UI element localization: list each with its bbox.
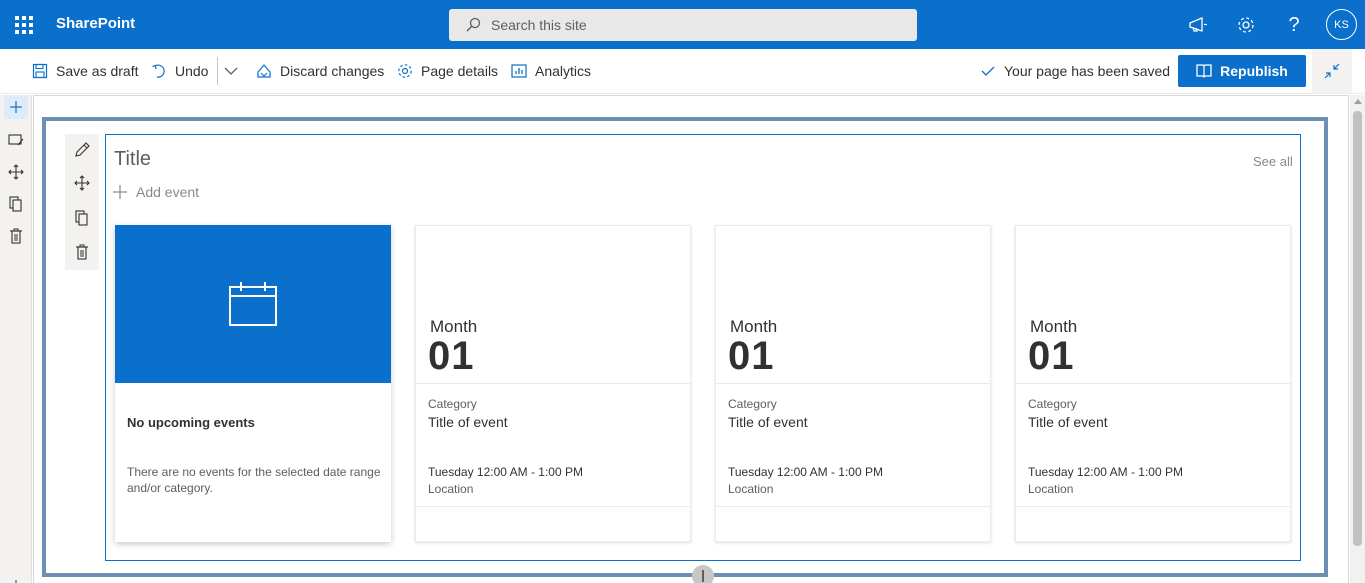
event-day: 01 [1028,334,1075,378]
add-section-bottom-icon[interactable] [4,574,28,583]
chevron-down-icon [224,67,238,75]
card-divider [716,506,990,507]
analytics-icon [511,64,527,78]
event-title[interactable]: Title of event [428,414,508,430]
search-icon [466,17,481,32]
add-event-label: Add event [136,184,200,200]
user-avatar[interactable]: KS [1326,9,1357,40]
webpart-toolbar [65,134,99,270]
event-time: Tuesday 12:00 AM - 1:00 PM [1028,465,1183,479]
plus-icon [113,185,127,199]
undo-label: Undo [175,63,209,79]
command-bar: Save as draft Undo Discard changes Page … [0,49,1365,94]
card-divider [1016,383,1290,384]
event-location: Location [728,482,774,496]
card-divider [1016,506,1290,507]
add-section-icon[interactable] [4,95,28,119]
no-events-description: There are no events for the selected dat… [127,465,381,495]
page-details-button[interactable]: Page details [397,61,498,81]
search-box[interactable] [449,9,917,41]
book-icon [1196,64,1212,78]
add-event-button[interactable]: Add event [112,184,199,200]
suite-bar: SharePoint ? KS [0,0,1365,49]
save-as-draft-label: Save as draft [56,63,139,79]
section-toolbox [0,95,32,583]
calendar-icon [229,282,277,326]
duplicate-webpart-icon[interactable] [70,206,94,230]
edit-section-icon[interactable] [4,128,28,152]
undo-button[interactable]: Undo [151,61,208,81]
discard-changes-label: Discard changes [280,63,385,79]
edit-webpart-pencil-icon[interactable] [70,138,94,162]
event-category: Category [1028,397,1077,411]
event-category: Category [428,397,477,411]
discard-changes-button[interactable]: Discard changes [256,61,384,81]
delete-webpart-icon[interactable] [70,240,94,264]
republish-button[interactable]: Republish [1178,55,1306,87]
checkmark-icon [981,66,995,76]
gear-icon [398,64,412,78]
event-card[interactable]: Month 01 Category Title of event Tuesday… [715,225,991,542]
app-launcher-icon[interactable] [0,0,48,49]
megaphone-icon[interactable] [1185,12,1211,38]
analytics-button[interactable]: Analytics [511,61,591,81]
help-icon[interactable]: ? [1281,12,1307,38]
event-title[interactable]: Title of event [728,414,808,430]
scroll-up-icon[interactable] [1354,99,1362,104]
event-card[interactable]: Month 01 Category Title of event Tuesday… [415,225,691,542]
event-day: 01 [428,334,475,378]
event-card[interactable]: Month 01 Category Title of event Tuesday… [1015,225,1291,542]
discard-icon [257,64,271,78]
vertical-scrollbar[interactable] [1350,95,1365,583]
save-status-text: Your page has been saved [1004,63,1171,79]
command-divider [217,57,218,85]
republish-label: Republish [1220,63,1288,79]
event-category: Category [728,397,777,411]
event-time: Tuesday 12:00 AM - 1:00 PM [728,465,883,479]
search-input[interactable] [491,17,871,33]
undo-icon [152,64,165,78]
settings-gear-icon[interactable] [1233,12,1259,38]
move-webpart-icon[interactable] [70,171,94,195]
event-day: 01 [728,334,775,378]
brand-link[interactable]: SharePoint [56,15,135,32]
page-details-label: Page details [421,63,499,79]
see-all-link[interactable]: See all [1253,154,1293,169]
card-divider [716,383,990,384]
move-section-icon[interactable] [4,160,28,184]
event-title[interactable]: Title of event [1028,414,1108,430]
analytics-label: Analytics [535,63,592,79]
card-divider [416,383,690,384]
collapse-button[interactable] [1312,49,1352,93]
delete-section-icon[interactable] [4,224,28,248]
no-events-card: No upcoming events There are no events f… [115,225,391,542]
save-icon [32,63,48,79]
scrollbar-thumb[interactable] [1353,111,1362,546]
no-events-heading: No upcoming events [127,415,255,430]
save-as-draft-button[interactable]: Save as draft [32,61,139,81]
section-resize-handle[interactable] [692,565,714,583]
collapse-icon [1324,63,1340,79]
duplicate-section-icon[interactable] [4,192,28,216]
calendar-hero [115,225,391,383]
event-location: Location [428,482,474,496]
event-time: Tuesday 12:00 AM - 1:00 PM [428,465,583,479]
card-divider [416,506,690,507]
webpart-title[interactable]: Title [114,148,151,171]
save-status: Your page has been saved [981,61,1170,81]
event-location: Location [1028,482,1074,496]
undo-dropdown-button[interactable] [224,61,246,81]
